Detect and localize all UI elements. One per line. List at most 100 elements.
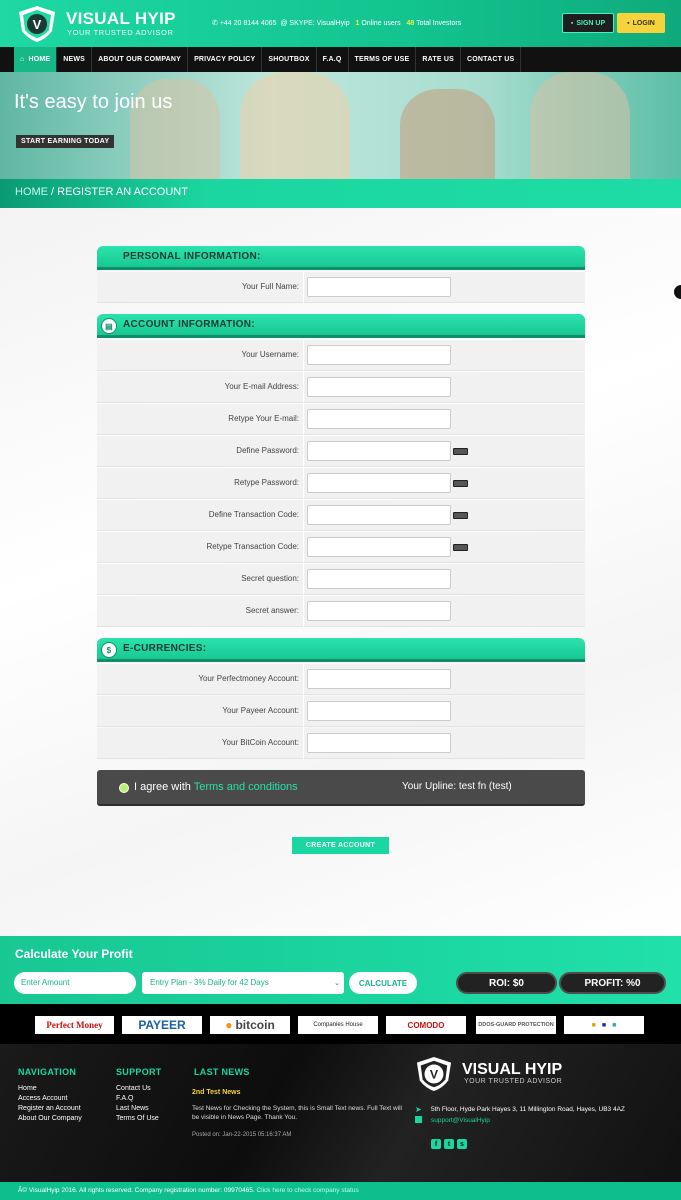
footer-nav-heading: NAVIGATION: [18, 1067, 77, 1077]
keyboard-icon[interactable]: [453, 480, 468, 487]
start-earning-button[interactable]: START EARNING TODAY: [16, 135, 115, 148]
keyboard-icon[interactable]: [453, 544, 468, 551]
full-name-input[interactable]: [307, 277, 451, 297]
transaction-code-retype-input[interactable]: [307, 537, 451, 557]
chevron-down-icon: ⌄: [334, 980, 340, 987]
secret-answer-input[interactable]: [307, 601, 451, 621]
password-input[interactable]: [307, 441, 451, 461]
hero-person: [530, 72, 630, 179]
nav-privacy[interactable]: PRIVACY POLICY: [188, 47, 263, 72]
keyboard-icon[interactable]: [453, 512, 468, 519]
field-transaction-code-retype: Retype Transaction Code:: [97, 532, 585, 563]
news-title[interactable]: 2nd Test News: [192, 1089, 241, 1096]
email-retype-input[interactable]: [307, 409, 451, 429]
field-label: Secret question:: [241, 574, 299, 583]
logo-shield-icon[interactable]: V: [16, 5, 58, 43]
breadcrumb-separator: /: [48, 186, 58, 198]
perfectmoney-logo: Perfect Money: [35, 1016, 114, 1034]
footer-support-heading: SUPPORT: [116, 1067, 162, 1077]
footer-link[interactable]: Terms Of Use: [116, 1115, 159, 1122]
field-label: Your E-mail Address:: [224, 382, 299, 391]
transaction-code-input[interactable]: [307, 505, 451, 525]
nav-rate[interactable]: RATE US: [416, 47, 462, 72]
profit-display: PROFIT: %0: [559, 972, 666, 994]
logo-title[interactable]: VISUAL HYIP: [66, 9, 176, 29]
calculate-button[interactable]: CALCULATE: [349, 972, 417, 994]
footer-logo-subtitle: YOUR TRUSTED ADVISOR: [464, 1078, 563, 1085]
footer-link[interactable]: Home: [18, 1085, 37, 1092]
username-input[interactable]: [307, 345, 451, 365]
nav-news[interactable]: NEWS: [57, 47, 93, 72]
perfectmoney-input[interactable]: [307, 669, 451, 689]
section-personal-header: PERSONAL INFORMATION:: [97, 246, 585, 270]
footer-logo-title: VISUAL HYIP: [462, 1061, 563, 1078]
footer-link[interactable]: Last News: [116, 1105, 149, 1112]
secret-question-input[interactable]: [307, 569, 451, 589]
create-account-button[interactable]: CREATE ACCOUNT: [292, 837, 389, 854]
signup-label: SIGN UP: [576, 19, 606, 27]
card-icon: ■: [612, 1021, 617, 1029]
section-account-header: ▤ ACCOUNT INFORMATION:: [97, 314, 585, 338]
calculator-title: Calculate Your Profit: [15, 947, 133, 961]
keyboard-icon[interactable]: [453, 448, 468, 455]
field-label: Retype Transaction Code:: [206, 542, 300, 551]
copyright-bar: Â© VisualHyip 2016. All rights reserved.…: [0, 1182, 681, 1200]
footer-link[interactable]: Access Account: [18, 1095, 67, 1102]
company-status-link[interactable]: Click here to check company status: [256, 1187, 358, 1194]
signup-button[interactable]: ▪ SIGN UP: [562, 13, 614, 33]
footer-link[interactable]: F.A.Q: [116, 1095, 134, 1102]
password-retype-input[interactable]: [307, 473, 451, 493]
skype-icon[interactable]: s: [457, 1139, 467, 1149]
main-nav: ⌂ HOME NEWS ABOUT OUR COMPANY PRIVACY PO…: [0, 47, 681, 72]
location-icon: ➤: [415, 1105, 422, 1114]
field-full-name: Your Full Name:: [97, 272, 585, 303]
field-payeer: Your Payeer Account:: [97, 696, 585, 727]
dollar-icon: $: [101, 642, 117, 658]
bitcoin-icon: ●: [225, 1018, 233, 1032]
nav-home[interactable]: ⌂ HOME: [14, 47, 58, 72]
field-secret-question: Secret question:: [97, 564, 585, 595]
logo-subtitle: YOUR TRUSTED ADVISOR: [67, 28, 174, 37]
field-label: Retype Password:: [234, 478, 299, 487]
roi-display: ROI: $0: [456, 972, 557, 994]
footer-news-heading: LAST NEWS: [194, 1067, 250, 1077]
section-account-title: ACCOUNT INFORMATION:: [123, 319, 255, 330]
payeer-input[interactable]: [307, 701, 451, 721]
email-input[interactable]: [307, 377, 451, 397]
facebook-icon[interactable]: f: [431, 1139, 441, 1149]
twitter-icon[interactable]: t: [444, 1139, 454, 1149]
footer-email[interactable]: support@VisualHyip: [431, 1117, 490, 1124]
nav-faq[interactable]: F.A.Q: [317, 47, 349, 72]
section-personal-title: PERSONAL INFORMATION:: [123, 251, 261, 262]
field-email-retype: Retype Your E-mail:: [97, 404, 585, 435]
amount-input[interactable]: Enter Amount: [14, 972, 136, 994]
bitcoin-label: bitcoin: [235, 1018, 275, 1032]
card-icon: ■: [601, 1021, 607, 1029]
bitcoin-input[interactable]: [307, 733, 451, 753]
plan-select[interactable]: Entry Plan - 3% Daily for 42 Days ⌄: [142, 972, 344, 994]
payeer-logo: PAYEER: [122, 1016, 202, 1034]
nav-shoutbox[interactable]: SHOUTBOX: [262, 47, 317, 72]
id-card-icon: ▤: [101, 318, 117, 334]
field-email: Your E-mail Address:: [97, 372, 585, 403]
footer-link[interactable]: About Our Company: [18, 1115, 82, 1122]
comodo-logo: COMODO: [386, 1016, 466, 1034]
field-label: Your Full Name:: [241, 282, 299, 291]
field-label: Your Payeer Account:: [222, 706, 299, 715]
footer-logo-shield-icon: V: [416, 1056, 452, 1092]
field-label: Retype Your E-mail:: [228, 414, 299, 423]
footer-link[interactable]: Contact Us: [116, 1085, 151, 1092]
agree-checkbox[interactable]: [119, 783, 129, 793]
nav-contact[interactable]: CONTACT US: [461, 47, 522, 72]
hero-title: It's easy to join us: [14, 91, 173, 113]
login-button[interactable]: ▪ LOGIN: [617, 13, 665, 33]
site-header: V VISUAL HYIP YOUR TRUSTED ADVISOR ✆ +44…: [0, 0, 681, 47]
hero-person: [400, 89, 495, 179]
nav-about[interactable]: ABOUT OUR COMPANY: [92, 47, 189, 72]
online-count: 1: [355, 20, 360, 27]
breadcrumb-home[interactable]: HOME: [15, 186, 48, 198]
terms-link[interactable]: Terms and conditions: [194, 781, 298, 793]
footer-link[interactable]: Register an Account: [18, 1105, 81, 1112]
nav-terms[interactable]: TERMS OF USE: [349, 47, 417, 72]
card-icon: ■: [591, 1021, 596, 1029]
